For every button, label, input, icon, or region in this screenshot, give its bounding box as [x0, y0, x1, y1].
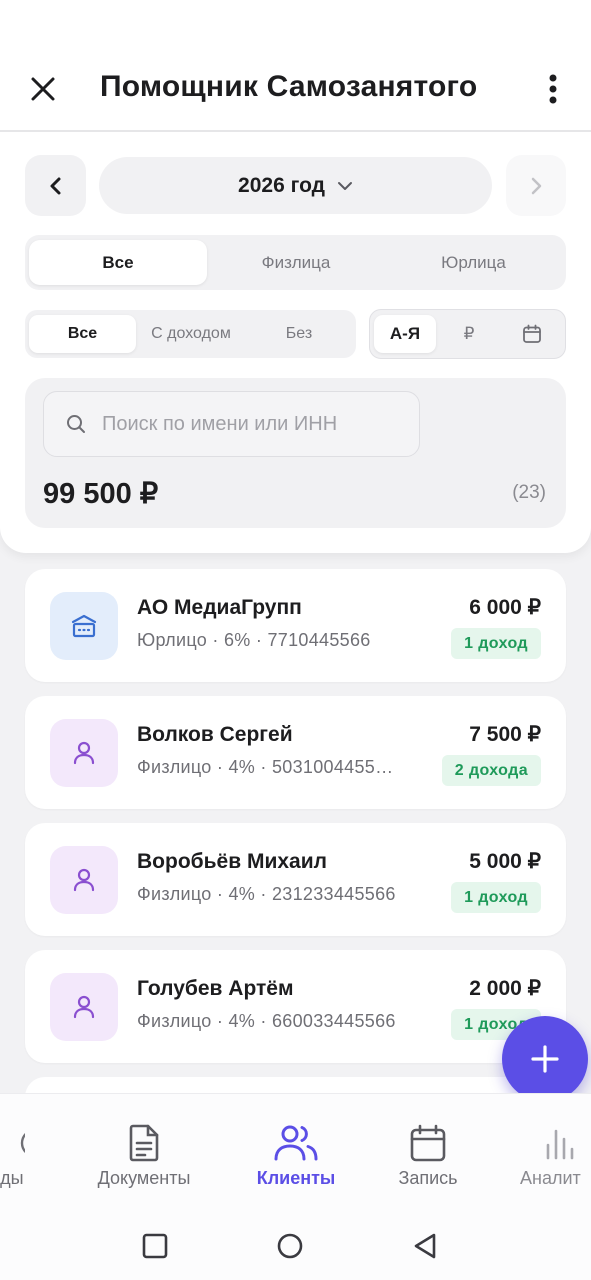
income-count-badge: 1 доход [451, 882, 541, 913]
sort-by-date[interactable] [501, 315, 563, 353]
nav-item-analytics[interactable]: Аналит [510, 1094, 591, 1212]
person-icon [73, 741, 95, 765]
bottom-navigation: оды Документы Клиенты Запись [0, 1093, 591, 1212]
client-name: Воробьёв Михаил [137, 850, 327, 873]
partial-icon [0, 1122, 25, 1164]
nav-label: Запись [398, 1168, 458, 1188]
filter-all-income[interactable]: Все [29, 315, 136, 353]
triangle-back-icon [414, 1233, 436, 1259]
client-avatar [50, 592, 118, 660]
calendar-icon [409, 1122, 447, 1164]
more-menu-button[interactable] [538, 68, 568, 110]
chevron-down-icon [337, 181, 352, 190]
search-box[interactable] [43, 391, 420, 457]
filter-companies[interactable]: Юрлица [385, 240, 562, 285]
circle-icon [277, 1233, 303, 1259]
client-avatar [50, 973, 118, 1041]
filter-without-income[interactable]: Без [246, 315, 352, 353]
client-card[interactable]: Воробьёв Михаил Физлицо · 4% · 231233445… [25, 823, 566, 936]
close-button[interactable] [22, 68, 64, 110]
square-icon [142, 1233, 168, 1259]
building-icon [71, 614, 97, 638]
recent-apps-button[interactable] [135, 1227, 175, 1265]
nav-item-documents[interactable]: Документы [84, 1094, 204, 1212]
person-icon [73, 868, 95, 892]
page-title: Помощник Самозанятого [100, 70, 478, 103]
sort-alphabetical[interactable]: А-Я [374, 315, 436, 353]
client-name: Голубев Артём [137, 977, 294, 1000]
plus-icon [531, 1045, 559, 1073]
nav-item-incomes[interactable]: оды [0, 1094, 70, 1212]
total-income: 99 500 ₽ [43, 478, 159, 510]
client-count: (23) [512, 482, 546, 503]
previous-year-button[interactable] [25, 155, 86, 216]
divider [0, 130, 591, 132]
chevron-left-icon [50, 177, 60, 194]
client-amount: 2 000 ₽ [469, 977, 541, 1000]
client-details: Физлицо · 4% · 5031004455… [137, 757, 394, 777]
year-label: 2026 год [238, 173, 325, 197]
system-navigation-bar [0, 1211, 591, 1280]
nav-item-clients[interactable]: Клиенты [236, 1094, 356, 1212]
filter-with-income[interactable]: С доходом [136, 315, 246, 353]
client-name: Волков Сергей [137, 723, 293, 746]
nav-item-booking[interactable]: Запись [368, 1094, 488, 1212]
sort-filter: А-Я ₽ [369, 309, 566, 359]
client-type-filter: Все Физлица Юрлица [25, 235, 566, 290]
home-button[interactable] [270, 1227, 310, 1265]
year-dropdown[interactable]: 2026 год [99, 157, 492, 214]
client-amount: 7 500 ₽ [469, 723, 541, 746]
header-panel: Помощник Самозанятого 2026 год Все Физли… [0, 0, 591, 553]
person-icon [73, 995, 95, 1019]
income-count-badge: 1 доход [451, 628, 541, 659]
app-bar: Помощник Самозанятого [0, 50, 591, 130]
client-avatar [50, 719, 118, 787]
income-count-badge: 2 дохода [441, 755, 541, 786]
client-name: АО МедиаГрупп [137, 596, 302, 619]
nav-label: Документы [97, 1168, 191, 1188]
income-filter: Все С доходом Без [25, 310, 356, 358]
client-avatar [50, 846, 118, 914]
client-card[interactable]: Волков Сергей Физлицо · 4% · 5031004455…… [25, 696, 566, 809]
summary-card: 99 500 ₽ (23) [25, 378, 566, 528]
chart-icon [544, 1122, 574, 1164]
back-button[interactable] [405, 1227, 445, 1265]
client-amount: 6 000 ₽ [469, 596, 541, 619]
nav-label: оды [0, 1168, 24, 1188]
calendar-icon [523, 324, 541, 343]
chevron-right-icon [531, 177, 542, 194]
close-icon [31, 77, 55, 101]
client-list: АО МедиаГрупп Юрлицо · 6% · 7710445566 6… [25, 569, 566, 1107]
sort-by-amount[interactable]: ₽ [438, 315, 500, 353]
filter-individuals[interactable]: Физлица [207, 240, 385, 285]
client-amount: 5 000 ₽ [469, 850, 541, 873]
search-icon [67, 415, 85, 433]
users-icon [273, 1122, 319, 1164]
add-client-button[interactable] [502, 1016, 588, 1102]
client-details: Физлицо · 4% · 660033445566 [137, 1011, 396, 1031]
client-card[interactable]: Голубев Артём Физлицо · 4% · 66003344556… [25, 950, 566, 1063]
nav-label: Аналит [520, 1168, 581, 1188]
document-icon [127, 1122, 161, 1164]
client-card[interactable]: АО МедиаГрупп Юрлицо · 6% · 7710445566 6… [25, 569, 566, 682]
client-details: Юрлицо · 6% · 7710445566 [137, 630, 371, 650]
client-details: Физлицо · 4% · 231233445566 [137, 884, 396, 904]
filter-all-types[interactable]: Все [29, 240, 207, 285]
next-year-button[interactable] [506, 155, 566, 216]
nav-label: Клиенты [256, 1168, 336, 1188]
search-input[interactable] [100, 411, 404, 437]
more-vertical-icon [549, 74, 557, 104]
